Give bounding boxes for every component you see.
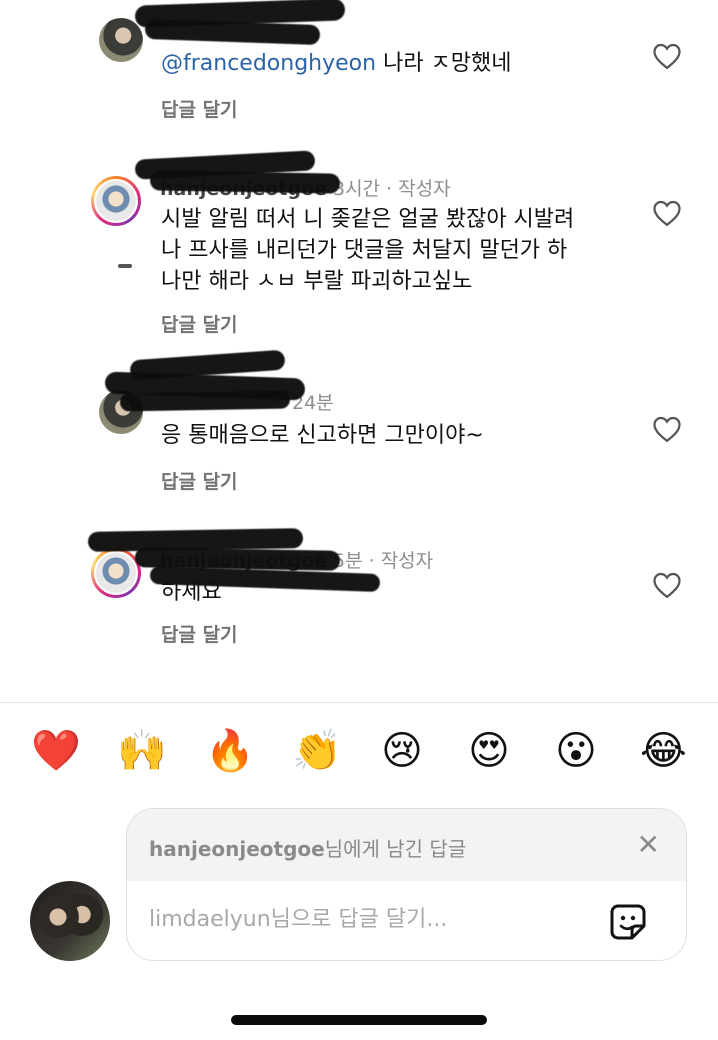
home-indicator[interactable] bbox=[231, 1015, 487, 1025]
redaction-scribble bbox=[119, 390, 291, 412]
current-user-avatar bbox=[30, 881, 110, 961]
comment-text: 하세요 bbox=[161, 580, 222, 605]
reply-button[interactable]: 답글 달기 bbox=[161, 310, 238, 337]
comment-line: 나 프사를 내리던가 댓글을 처달지 말던가 하 bbox=[161, 238, 568, 263]
comment-text: 시발 알림 떠서 니 좆같은 얼굴 봤잖아 시발려 나 프사를 내리던가 댓글을… bbox=[161, 204, 631, 297]
thread-line bbox=[118, 264, 132, 268]
composer-divider bbox=[0, 702, 718, 703]
author-badge: 작성자 bbox=[380, 550, 434, 572]
comment-text-content: 나라 ㅈ망했네 bbox=[376, 51, 512, 76]
heart-outline-icon[interactable] bbox=[652, 415, 682, 443]
comment-line: 시발 알림 떠서 니 좆같은 얼굴 봤잖아 시발려 bbox=[161, 207, 575, 232]
reaction-fire[interactable]: 🔥 bbox=[205, 728, 255, 774]
replying-to-suffix: 님에게 남긴 답글 bbox=[324, 837, 467, 861]
commenter-avatar[interactable] bbox=[99, 18, 143, 62]
reply-button[interactable]: 답글 달기 bbox=[161, 620, 238, 647]
comment-time: 3시간 bbox=[332, 178, 381, 200]
redaction-scribble bbox=[149, 170, 341, 194]
commenter-avatar[interactable] bbox=[91, 548, 141, 598]
reply-input[interactable] bbox=[149, 907, 589, 932]
reaction-crying[interactable]: 😢 bbox=[379, 728, 425, 774]
user-mention[interactable]: @francedonghyeon bbox=[161, 51, 376, 76]
reaction-surprised[interactable]: 😮 bbox=[553, 728, 599, 774]
reaction-raised-hands[interactable]: 🙌 bbox=[117, 728, 167, 774]
author-badge: 작성자 bbox=[398, 178, 451, 200]
replying-to-banner: hanjeonjeotgoe님에게 남긴 답글 ✕ bbox=[127, 809, 686, 881]
redaction-scribble bbox=[144, 18, 321, 46]
reaction-laughing[interactable]: 😂 bbox=[640, 728, 687, 774]
reaction-clap[interactable]: 👏 bbox=[292, 728, 342, 774]
replying-to-text: hanjeonjeotgoe님에게 남긴 답글 bbox=[149, 833, 466, 862]
reply-button[interactable]: 답글 달기 bbox=[161, 467, 238, 494]
reaction-heart-eyes[interactable]: 😍 bbox=[466, 728, 512, 774]
close-icon[interactable]: ✕ bbox=[637, 831, 660, 859]
heart-outline-icon[interactable] bbox=[652, 571, 682, 599]
heart-outline-icon[interactable] bbox=[652, 42, 682, 70]
sticker-icon[interactable] bbox=[608, 902, 648, 942]
comment-line: 나만 해라 ㅅㅂ 부랄 파괴하고싶노 bbox=[161, 269, 473, 294]
reaction-heart[interactable]: ❤️ bbox=[31, 728, 81, 774]
comment-text: @francedonghyeon 나라 ㅈ망했네 bbox=[161, 48, 512, 79]
commenter-avatar[interactable] bbox=[91, 176, 141, 226]
comment-text: 응 통매음으로 신고하면 그만이야~ bbox=[161, 423, 484, 448]
reply-composer: hanjeonjeotgoe님에게 남긴 답글 ✕ bbox=[126, 808, 687, 961]
replying-to-user: hanjeonjeotgoe bbox=[149, 837, 325, 861]
quick-reactions-bar: ❤️ 🙌 🔥 👏 😢 😍 😮 😂 bbox=[0, 728, 718, 780]
reply-button[interactable]: 답글 달기 bbox=[161, 95, 238, 122]
heart-outline-icon[interactable] bbox=[652, 199, 682, 227]
